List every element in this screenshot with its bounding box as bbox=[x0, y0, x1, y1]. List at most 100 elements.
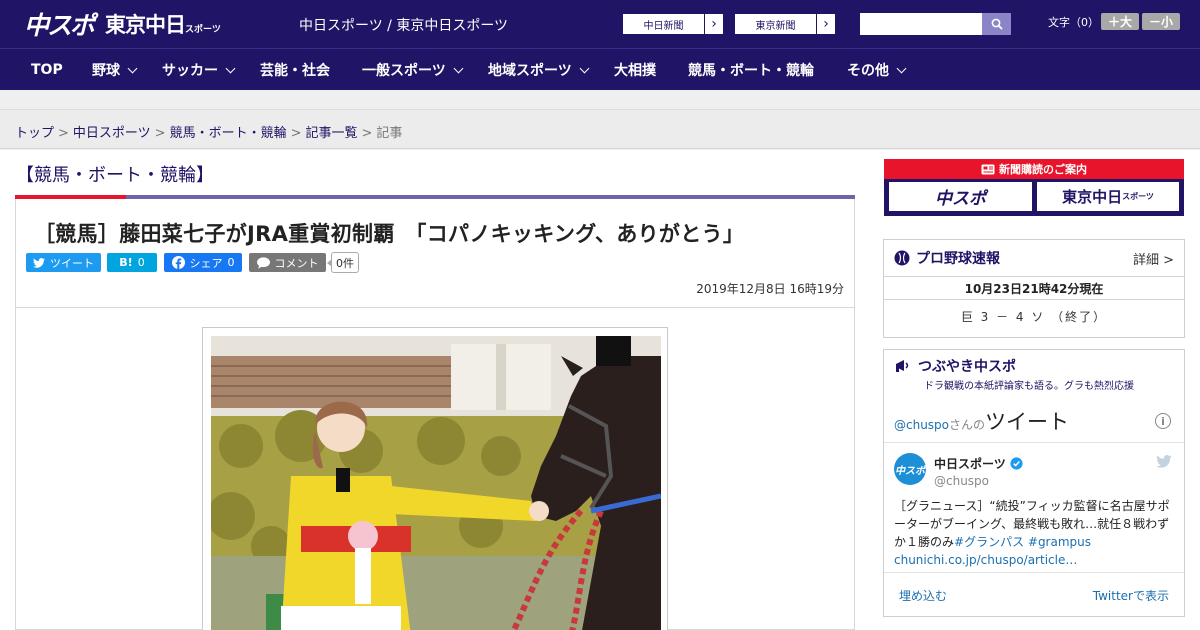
tweet-text: ［グラニュース］“続投”フィッカ監督に名古屋サポーターがブーイング、最終戦も敗れ… bbox=[894, 497, 1176, 569]
facebook-share-button[interactable]: シェア 0 bbox=[164, 253, 242, 272]
chevron-down-icon bbox=[453, 63, 464, 73]
tweets-subtitle: ドラ観戦の本紙評論家も語る。グラも熱烈応援 bbox=[924, 381, 1134, 392]
breadcrumb-racing[interactable]: 競馬・ボート・競輪 bbox=[170, 126, 287, 141]
tweets-divider bbox=[884, 442, 1184, 443]
search-button[interactable] bbox=[982, 13, 1011, 35]
chevron-down-icon bbox=[127, 63, 138, 73]
verified-badge-icon bbox=[1010, 457, 1023, 470]
logo-tokyo-text: 東京中日 bbox=[105, 13, 186, 37]
tweets-handle-suffix: さんの bbox=[949, 418, 986, 432]
nav-item-local-sports[interactable]: 地域スポーツ bbox=[488, 49, 590, 91]
breadcrumb-sep: > bbox=[290, 126, 302, 141]
article-photo-frame bbox=[202, 327, 668, 630]
breadcrumb-current: 記事 bbox=[376, 126, 403, 141]
article-date: 2019年12月8日 16時19分 bbox=[696, 282, 844, 296]
baseball-icon bbox=[894, 250, 910, 266]
embed-link[interactable]: 埋め込む bbox=[899, 587, 947, 604]
site-logo[interactable]: 中スポ 東京中日スポーツ bbox=[24, 8, 221, 40]
nav-item-sumo[interactable]: 大相撲 bbox=[614, 49, 656, 91]
nav-item-top[interactable]: TOP bbox=[31, 49, 63, 91]
nav-label: その他 bbox=[847, 63, 889, 79]
breadcrumb-top[interactable]: トップ bbox=[15, 126, 54, 141]
article-photo[interactable] bbox=[211, 336, 661, 630]
twitter-bird-icon[interactable] bbox=[1156, 455, 1172, 468]
tweets-handle-link[interactable]: @chuspo bbox=[894, 418, 949, 432]
nav-label: 大相撲 bbox=[614, 63, 656, 79]
tokyo-shimbun-label: 東京新聞 bbox=[735, 14, 817, 34]
nav-label: 野球 bbox=[92, 63, 120, 79]
font-decrease-button[interactable]: －小 bbox=[1142, 13, 1180, 30]
baseball-score[interactable]: 巨 3 － 4 ソ （終了） bbox=[884, 308, 1184, 325]
tweets-header-title: ツイート bbox=[985, 410, 1070, 434]
subscribe-tokyo-text: 東京中日 bbox=[1062, 188, 1123, 206]
search-icon bbox=[991, 18, 1003, 30]
breadcrumb: トップ > 中日スポーツ > 競馬・ボート・競輪 > 記事一覧 > 記事 bbox=[15, 122, 402, 141]
article-card: ［競馬］藤田菜七子がJRA重賞初制覇 「コパノキッキング、ありがとう」 ツイート… bbox=[15, 199, 855, 630]
nav-label: 一般スポーツ bbox=[362, 63, 446, 79]
subscribe-tokyo-chunichi[interactable]: 東京中日 スポーツ bbox=[1036, 181, 1180, 212]
nav-item-baseball[interactable]: 野球 bbox=[92, 49, 138, 91]
baseball-detail-link[interactable]: 詳細 > bbox=[1133, 249, 1174, 268]
font-increase-button[interactable]: ＋大 bbox=[1101, 13, 1139, 30]
jockey-with-horse-photo bbox=[211, 336, 661, 630]
global-nav: TOP 野球 サッカー 芸能・社会 一般スポーツ 地域スポーツ 大相撲 競馬・ボ… bbox=[0, 48, 1200, 90]
avatar[interactable]: 中スポ bbox=[894, 453, 926, 485]
comment-count: 0件 bbox=[327, 252, 359, 273]
tweet-account-handle[interactable]: @chuspo bbox=[934, 474, 989, 488]
comment-label: コメント bbox=[274, 256, 319, 270]
nav-item-entertainment[interactable]: 芸能・社会 bbox=[260, 49, 330, 91]
tweet-button[interactable]: ツイート bbox=[26, 253, 101, 272]
nav-item-others[interactable]: その他 bbox=[847, 49, 907, 91]
tweet-account-name[interactable]: 中日スポーツ bbox=[934, 455, 1023, 472]
comment-button[interactable]: コメント bbox=[249, 253, 326, 272]
nav-label: 芸能・社会 bbox=[260, 63, 330, 79]
article-headline: ［競馬］藤田菜七子がJRA重賞初制覇 「コパノキッキング、ありがとう」 bbox=[34, 222, 745, 246]
tweets-header: @chuspoさんのツイート bbox=[894, 406, 1069, 436]
subscribe-chuspo[interactable]: 中スポ bbox=[888, 181, 1033, 212]
subscription-title-text: 新聞購読のご案内 bbox=[999, 163, 1087, 176]
nav-label: 地域スポーツ bbox=[488, 63, 572, 79]
tweet-hashtags[interactable]: #グランパス #grampus bbox=[954, 535, 1091, 549]
chunichi-shimbun-link[interactable]: 中日新聞 › bbox=[622, 13, 724, 35]
baseball-title-text: プロ野球速報 bbox=[916, 251, 1000, 267]
facebook-label: シェア bbox=[189, 256, 223, 270]
tweets-title-text: つぶやき中スポ bbox=[918, 359, 1016, 375]
tokyo-shimbun-link[interactable]: 東京新聞 › bbox=[734, 13, 836, 35]
info-icon[interactable]: i bbox=[1155, 413, 1171, 429]
article-divider bbox=[16, 307, 854, 308]
nav-label: 競馬・ボート・競輪 bbox=[688, 63, 814, 79]
logo-tokyo-chunichi: 東京中日スポーツ bbox=[105, 9, 221, 39]
megaphone-icon bbox=[896, 360, 909, 372]
logo-tokyo-small: スポーツ bbox=[185, 25, 221, 35]
breadcrumb-sep: > bbox=[58, 126, 69, 141]
hatena-count: 0 bbox=[137, 256, 145, 269]
nav-item-soccer[interactable]: サッカー bbox=[162, 49, 236, 91]
hatena-bookmark-button[interactable]: B! 0 bbox=[107, 253, 157, 272]
site-name-link[interactable]: 中日スポーツ / 東京中日スポーツ bbox=[299, 15, 508, 35]
twitter-bird-icon bbox=[33, 257, 45, 268]
tweets-footer-divider bbox=[884, 572, 1184, 573]
chunichi-shimbun-label: 中日新聞 bbox=[623, 14, 705, 34]
ad-gap bbox=[0, 90, 1200, 110]
breadcrumb-sep: > bbox=[154, 126, 166, 141]
tweet-label: ツイート bbox=[50, 256, 94, 270]
font-size-label: 文字（0） bbox=[1048, 16, 1099, 29]
chevron-down-icon bbox=[579, 63, 590, 73]
breadcrumb-article-list[interactable]: 記事一覧 bbox=[306, 126, 358, 141]
category-title: 【競馬・ボート・競輪】 bbox=[16, 165, 214, 186]
view-on-twitter-link[interactable]: Twitterで表示 bbox=[1093, 587, 1169, 604]
tweet-link[interactable]: chunichi.co.jp/chuspo/article… bbox=[894, 553, 1077, 567]
comment-bubble-icon bbox=[256, 256, 270, 269]
nav-item-racing[interactable]: 競馬・ボート・競輪 bbox=[688, 49, 814, 91]
subscription-banner[interactable]: 新聞購読のご案内 中スポ 東京中日 スポーツ bbox=[884, 159, 1184, 216]
logo-chuspo: 中スポ bbox=[24, 11, 95, 40]
search-input[interactable] bbox=[860, 13, 982, 35]
nav-item-general-sports[interactable]: 一般スポーツ bbox=[362, 49, 464, 91]
baseball-scores-card: プロ野球速報 詳細 > 10月23日21時42分現在 巨 3 － 4 ソ （終了… bbox=[883, 239, 1185, 338]
nav-label: サッカー bbox=[162, 63, 218, 79]
newspaper-icon bbox=[981, 164, 995, 174]
chevron-down-icon bbox=[225, 63, 236, 73]
facebook-count: 0 bbox=[227, 256, 235, 269]
tweets-title: つぶやき中スポ bbox=[894, 356, 1016, 376]
breadcrumb-chunichi-sports[interactable]: 中日スポーツ bbox=[73, 126, 151, 141]
